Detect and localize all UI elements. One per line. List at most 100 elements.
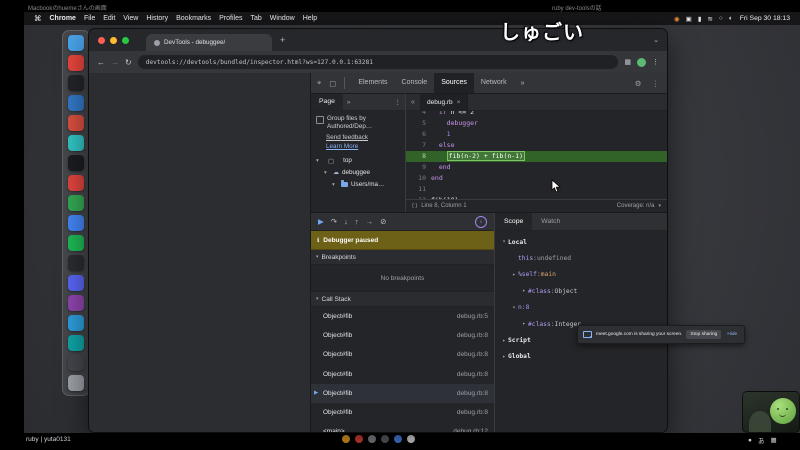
menu-bookmarks[interactable]: Bookmarks bbox=[176, 15, 211, 22]
coverage-status[interactable]: Coverage: n/a bbox=[617, 203, 655, 209]
chevron-down-icon[interactable]: ▾ bbox=[332, 182, 338, 188]
chevron-down-icon[interactable]: ▾ bbox=[316, 158, 322, 164]
file-tab[interactable]: debug.rb × bbox=[420, 94, 469, 110]
dock-icon-app-3[interactable] bbox=[68, 75, 84, 91]
wifi-icon[interactable]: ≋ bbox=[707, 15, 712, 23]
frame-location[interactable]: debug.rb:8 bbox=[457, 351, 488, 358]
resume-button[interactable]: ▶ bbox=[318, 217, 324, 226]
extensions-icon[interactable]: ▦ bbox=[624, 58, 631, 66]
step-out-button[interactable]: ↑ bbox=[355, 217, 359, 226]
call-stack-frame[interactable]: Object#fib debug.rb:8 bbox=[311, 403, 494, 422]
profile-avatar[interactable] bbox=[637, 57, 646, 67]
collapse-sidebar-icon[interactable]: « bbox=[406, 94, 420, 110]
code-lines[interactable]: 4 if n <= 25 debugger 6 17 else 8 fib(n-2)… bbox=[406, 111, 667, 199]
device-toolbar-icon[interactable]: ▢ bbox=[327, 79, 338, 88]
screen-recording-icon[interactable]: ◉ bbox=[674, 15, 680, 23]
chevron-icon[interactable]: ▸ bbox=[510, 272, 518, 278]
apple-menu-icon[interactable]: ⌘ bbox=[34, 14, 42, 23]
meet-control-icon-2[interactable] bbox=[355, 435, 363, 443]
dock-icon-app-1[interactable] bbox=[68, 35, 84, 51]
code-line-9[interactable]: 9 end bbox=[406, 162, 667, 173]
control-center-icon[interactable]: ◐ bbox=[729, 15, 733, 22]
forward-button[interactable]: → bbox=[111, 58, 119, 67]
tree-item-users-ma-[interactable]: ▾ Users/ma… bbox=[316, 179, 400, 191]
tab-sources[interactable]: Sources bbox=[434, 73, 474, 93]
stop-sharing-button[interactable]: Stop sharing bbox=[686, 330, 722, 339]
step-button[interactable]: → bbox=[366, 217, 374, 226]
dock-icon-app-9[interactable] bbox=[68, 195, 84, 211]
pause-on-exceptions-button[interactable]: ‖ bbox=[475, 215, 487, 228]
spotlight-icon[interactable]: ○ bbox=[719, 15, 723, 22]
code-line-10[interactable]: 10 end bbox=[406, 173, 667, 184]
code-line-7[interactable]: 7 else bbox=[406, 140, 667, 151]
code-line-11[interactable]: 11 bbox=[406, 184, 667, 195]
tab-search-button[interactable]: ⌄ bbox=[653, 36, 659, 44]
tree-item-top[interactable]: ▾ ▢ top bbox=[316, 155, 400, 167]
browser-menu-button[interactable]: ⋮ bbox=[652, 58, 659, 66]
tab-watch[interactable]: Watch bbox=[532, 213, 569, 230]
hide-button[interactable]: Hide bbox=[725, 332, 739, 337]
meet-control-icon-6[interactable] bbox=[407, 435, 415, 443]
dock-icon-app-14[interactable] bbox=[68, 295, 84, 311]
more-tabs-button[interactable]: » bbox=[518, 80, 528, 87]
status-dot-icon[interactable]: ● bbox=[748, 437, 752, 444]
chevron-icon[interactable]: ▸ bbox=[500, 354, 508, 360]
call-stack-section-header[interactable]: ▾ Call Stack bbox=[311, 292, 494, 307]
chevron-icon[interactable]: ▸ bbox=[520, 321, 528, 327]
reload-button[interactable]: ↻ bbox=[125, 58, 132, 67]
call-stack-frame[interactable]: Object#fib debug.rb:8 bbox=[311, 326, 494, 345]
dock-icon-app-10[interactable] bbox=[68, 215, 84, 231]
chevron-icon[interactable]: ▾ bbox=[510, 305, 518, 311]
dock-icon-app-7[interactable] bbox=[68, 155, 84, 171]
frame-location[interactable]: debug.rb:8 bbox=[457, 332, 488, 339]
chevron-icon[interactable]: ▸ bbox=[520, 288, 528, 294]
meet-control-icon-4[interactable] bbox=[381, 435, 389, 443]
menu-tab[interactable]: Tab bbox=[250, 15, 261, 22]
dock-icon-app-16[interactable] bbox=[68, 335, 84, 351]
close-window-button[interactable] bbox=[98, 36, 105, 44]
breakpoints-section-header[interactable]: ▾ Breakpoints bbox=[311, 250, 494, 265]
dock-icon-app-15[interactable] bbox=[68, 315, 84, 331]
dock-icon-app-13[interactable] bbox=[68, 275, 84, 291]
tab-console[interactable]: Console bbox=[395, 73, 435, 93]
close-file-icon[interactable]: × bbox=[457, 99, 461, 106]
zoom-window-button[interactable] bbox=[122, 36, 129, 44]
dock-icon-app-17[interactable] bbox=[68, 355, 84, 371]
menu-file[interactable]: File bbox=[84, 15, 95, 22]
code-line-8[interactable]: 8 fib(n-2) + fib(n-1) bbox=[406, 151, 667, 162]
url-bar[interactable]: devtools://devtools/bundled/inspector.ht… bbox=[137, 55, 619, 69]
code-line-6[interactable]: 6 1 bbox=[406, 129, 667, 140]
pretty-print-icon[interactable]: { } bbox=[412, 203, 417, 209]
chevron-icon[interactable]: ▾ bbox=[500, 239, 508, 245]
inspect-element-icon[interactable]: ⌖ bbox=[315, 78, 323, 88]
ime-icon[interactable]: あ bbox=[758, 435, 765, 445]
settings-gear-icon[interactable]: ⚙ bbox=[633, 79, 644, 88]
tab-page[interactable]: Page bbox=[311, 94, 343, 110]
dock-icon-app-4[interactable] bbox=[68, 95, 84, 111]
menu-window[interactable]: Window bbox=[270, 15, 295, 22]
frame-location[interactable]: debug.rb:8 bbox=[457, 390, 488, 397]
menubar-clock[interactable]: Fri Sep 30 18:13 bbox=[740, 15, 790, 22]
call-stack-frame[interactable]: ▶ Object#fib debug.rb:8 bbox=[311, 383, 494, 403]
call-stack-frame[interactable]: <main> debug.rb:12 bbox=[311, 422, 494, 432]
call-stack-frame[interactable]: Object#fib debug.rb:8 bbox=[311, 365, 494, 384]
scope-entry-self[interactable]: ▸ %self: main bbox=[495, 267, 667, 283]
chevron-down-icon[interactable]: ▾ bbox=[324, 170, 330, 176]
meet-control-icon-5[interactable] bbox=[394, 435, 402, 443]
grid-icon[interactable]: ▦ bbox=[770, 436, 776, 444]
menu-help[interactable]: Help bbox=[303, 15, 317, 22]
dock-icon-app-11[interactable] bbox=[68, 235, 84, 251]
scope-entry-global[interactable]: ▸ Global bbox=[495, 349, 667, 365]
sidebar-more-tabs-button[interactable]: » bbox=[347, 99, 351, 106]
dock-icon-app-8[interactable] bbox=[68, 175, 84, 191]
menu-profiles[interactable]: Profiles bbox=[219, 15, 242, 22]
menu-view[interactable]: View bbox=[123, 15, 138, 22]
deactivate-breakpoints-button[interactable]: ⊘ bbox=[380, 217, 386, 226]
tab-scope[interactable]: Scope bbox=[495, 213, 533, 230]
scope-entry-this[interactable]: this: undefined bbox=[495, 250, 667, 266]
chevron-icon[interactable]: ▸ bbox=[500, 338, 508, 344]
new-tab-button[interactable]: + bbox=[280, 35, 285, 45]
scope-entry-class[interactable]: ▸ #class: Object bbox=[495, 283, 667, 299]
group-files-row[interactable]: Group files by Authored/Dep… bbox=[316, 115, 400, 131]
frame-location[interactable]: debug.rb:5 bbox=[457, 313, 488, 320]
